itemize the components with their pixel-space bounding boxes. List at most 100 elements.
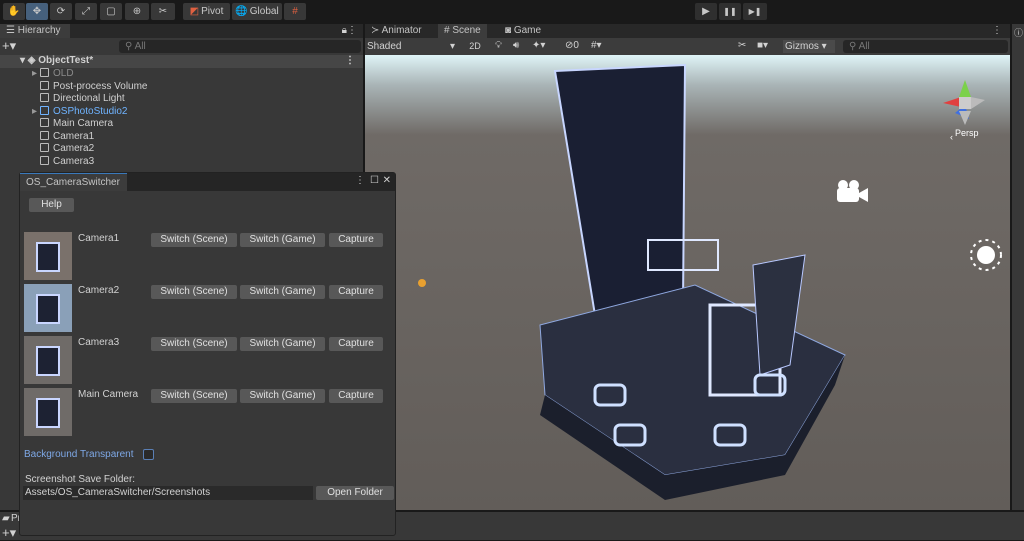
hierarchy-item[interactable]: ▸ OSPhotoStudio2	[0, 105, 363, 119]
pause-button[interactable]: ❚❚	[719, 3, 741, 20]
custom-tool-button[interactable]: ✂	[151, 3, 175, 20]
pivot-label: Pivot	[201, 6, 224, 17]
pivot-toggle[interactable]: ◩ Pivot	[183, 3, 230, 20]
folder-path-input[interactable]: Assets/OS_CameraSwitcher/Screenshots	[23, 486, 313, 500]
camera-name: Camera1	[78, 233, 120, 244]
hierarchy-item[interactable]: Main Camera	[0, 118, 363, 131]
post-process-gizmo-icon	[418, 279, 426, 287]
bg-transparent-checkbox[interactable]	[143, 449, 154, 460]
hidden-count: 0	[573, 40, 579, 51]
scene-search-input[interactable]: ⚲ All	[843, 40, 1008, 53]
scene-row[interactable]: ▾ ◈ ObjectTest* ⋮	[0, 55, 363, 68]
step-icon: ▶❚	[748, 7, 762, 16]
tab-scene[interactable]: # Scene	[438, 24, 487, 38]
rotate-tool-button[interactable]: ⟳	[50, 3, 72, 20]
gizmos-label: Gizmos	[785, 41, 819, 52]
help-button[interactable]: Help	[29, 198, 74, 212]
pivot-icon: ◩	[189, 6, 200, 17]
gizmos-dropdown[interactable]: Gizmos ▾	[783, 40, 835, 53]
tab-camera-switcher[interactable]: OS_CameraSwitcher	[20, 173, 127, 191]
add-icon[interactable]: +▾	[2, 525, 16, 541]
effects-icon[interactable]: ✦▾	[532, 40, 545, 51]
more-icon[interactable]: ⋮	[992, 25, 1002, 36]
scene-viewport[interactable]: ‹ Persp	[365, 55, 1010, 510]
folder-path-value: Assets/OS_CameraSwitcher/Screenshots	[25, 487, 211, 498]
switch-scene-button[interactable]: Switch (Scene)	[151, 285, 237, 299]
window-title: OS_CameraSwitcher	[26, 177, 120, 188]
tab-game[interactable]: ◙ Game	[499, 24, 547, 38]
audio-icon[interactable]: 🔊︎	[513, 40, 519, 51]
move-tool-button[interactable]: ✥	[26, 3, 48, 20]
button-label: Switch (Game)	[249, 390, 316, 401]
expand-arrow-icon[interactable]: ▸	[32, 68, 40, 81]
hierarchy-item[interactable]: Camera2	[0, 143, 363, 156]
close-icon[interactable]: ✕	[383, 175, 391, 186]
hand-tool-button[interactable]: ✋	[3, 3, 25, 20]
tab-animator[interactable]: ≻ Animator	[365, 24, 428, 38]
button-label: Switch (Scene)	[160, 338, 228, 349]
switch-scene-button[interactable]: Switch (Scene)	[151, 337, 237, 351]
switch-game-button[interactable]: Switch (Game)	[240, 233, 325, 247]
tools-icon[interactable]: ✂	[738, 40, 746, 51]
snap-button[interactable]: #	[284, 3, 306, 20]
play-icon: ▶	[702, 6, 710, 17]
maximize-icon[interactable]: ☐	[370, 175, 379, 186]
play-button[interactable]: ▶	[695, 3, 717, 20]
scene-object: ‹	[418, 63, 1002, 500]
lighting-icon[interactable]: 💡︎	[495, 40, 502, 51]
tab-hierarchy[interactable]: ☰ Hierarchy	[0, 24, 70, 38]
window-tabbar: OS_CameraSwitcher ⋮ ☐ ✕	[20, 173, 395, 191]
tab-label: Scene	[452, 25, 481, 36]
item-label: OSPhotoStudio2	[53, 105, 128, 117]
expand-arrow-icon[interactable]: ▸	[32, 106, 40, 119]
move-icon: ✥	[32, 6, 42, 17]
2d-toggle[interactable]: 2D	[466, 40, 484, 53]
hierarchy-item[interactable]: ▸ OLD	[0, 68, 363, 81]
prefab-icon	[40, 105, 49, 115]
shading-dropdown[interactable]: Shaded ▾	[367, 40, 459, 53]
hierarchy-search-input[interactable]: ⚲ All	[119, 40, 361, 53]
hierarchy-item[interactable]: Directional Light	[0, 93, 363, 106]
hierarchy-item[interactable]: Camera3	[0, 155, 363, 169]
2d-label: 2D	[469, 41, 481, 51]
item-label: Camera1	[53, 130, 95, 142]
switch-scene-button[interactable]: Switch (Scene)	[151, 233, 237, 247]
hierarchy-item[interactable]: Camera1	[0, 130, 363, 144]
switch-game-button[interactable]: Switch (Game)	[240, 285, 325, 299]
switch-game-button[interactable]: Switch (Game)	[240, 337, 325, 351]
transform-tool-button[interactable]: ⊕	[125, 3, 149, 20]
hierarchy-item[interactable]: Post-process Volume	[0, 80, 363, 94]
capture-button[interactable]: Capture	[329, 389, 383, 403]
scene-panel: ≻ Animator # Scene ◙ Game ⋮ Shaded ▾ 2D 💡…	[365, 24, 1010, 510]
grid-snap-icon: #	[292, 6, 298, 17]
rect-tool-button[interactable]: ▢	[100, 3, 122, 20]
inspector-strip: ⓘ	[1012, 24, 1024, 510]
grid-icon[interactable]: #▾	[591, 40, 602, 51]
global-toggle[interactable]: 🌐 Global	[232, 3, 282, 20]
button-label: Switch (Scene)	[160, 234, 228, 245]
capture-button[interactable]: Capture	[329, 337, 383, 351]
search-placeholder: All	[858, 41, 870, 52]
orientation-gizmo-icon	[943, 80, 985, 125]
capture-button[interactable]: Capture	[329, 233, 383, 247]
add-icon[interactable]: +▾	[2, 38, 16, 54]
camera-thumbnail	[24, 336, 72, 384]
scale-tool-button[interactable]: ⤢	[75, 3, 97, 20]
hidden-objects-icon[interactable]: ⊘0	[565, 40, 579, 51]
step-button[interactable]: ▶❚	[743, 3, 767, 20]
item-label: OLD	[53, 68, 74, 79]
more-icon[interactable]: ⋮	[347, 25, 357, 36]
persp-label[interactable]: Persp	[955, 128, 979, 138]
camera-icon[interactable]: ■▾	[757, 40, 768, 51]
switch-game-button[interactable]: Switch (Game)	[240, 389, 325, 403]
hand-icon: ✋	[7, 6, 21, 17]
camera-thumbnail	[24, 388, 72, 436]
more-icon[interactable]: ⋮	[355, 175, 365, 186]
capture-button[interactable]: Capture	[329, 285, 383, 299]
shading-value: Shaded	[367, 41, 402, 52]
info-icon[interactable]: ⓘ	[1014, 26, 1023, 39]
button-label: Capture	[338, 338, 374, 349]
switch-scene-button[interactable]: Switch (Scene)	[151, 389, 237, 403]
camera-name: Main Camera	[78, 389, 139, 400]
open-folder-button[interactable]: Open Folder	[316, 486, 394, 500]
